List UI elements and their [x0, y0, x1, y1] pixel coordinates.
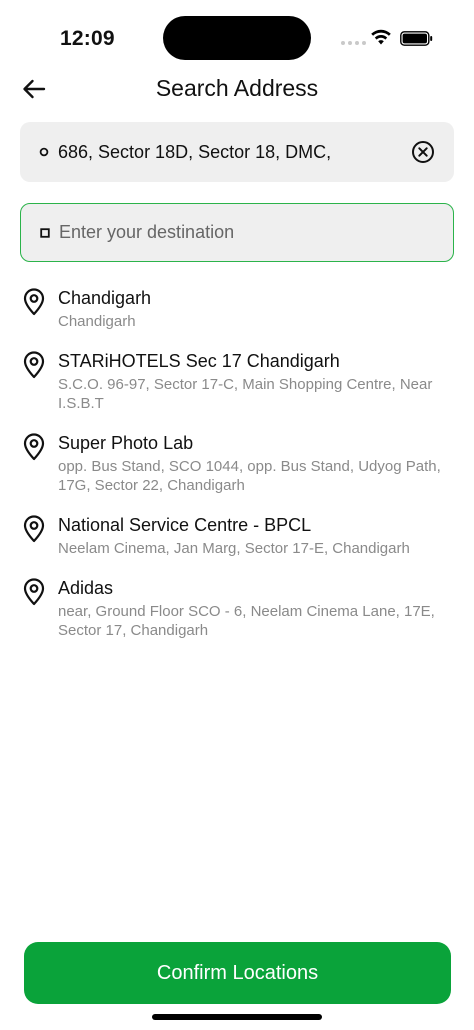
- square-dot-icon: [40, 227, 50, 238]
- origin-address-field[interactable]: 686, Sector 18D, Sector 18, DMC,: [20, 122, 454, 182]
- result-item[interactable]: Chandigarh Chandigarh: [0, 286, 474, 349]
- destination-placeholder: Enter your destination: [59, 222, 235, 242]
- status-bar: 12:09: [0, 0, 474, 76]
- result-item[interactable]: STARiHOTELS Sec 17 Chandigarh S.C.O. 96-…: [0, 349, 474, 431]
- confirm-locations-button[interactable]: Confirm Locations: [24, 942, 451, 1004]
- dynamic-island: [163, 16, 311, 60]
- home-indicator: [152, 1014, 322, 1020]
- origin-address-value: 686, Sector 18D, Sector 18, DMC,: [58, 141, 332, 162]
- result-item[interactable]: Adidas near, Ground Floor SCO - 6, Neela…: [0, 576, 474, 658]
- page-title: Search Address: [155, 75, 319, 101]
- location-pin-icon: [23, 288, 45, 316]
- result-name: STARiHOTELS Sec 17 Chandigarh: [58, 351, 340, 371]
- status-time: 12:09: [60, 27, 115, 50]
- battery-icon: [400, 31, 433, 46]
- result-address: Neelam Cinema, Jan Marg, Sector 17-E, Ch…: [58, 540, 410, 557]
- location-pin-icon: [23, 578, 45, 606]
- location-pin-icon: [23, 351, 45, 379]
- result-name: Chandigarh: [58, 288, 152, 308]
- search-results-list: Chandigarh Chandigarh STARiHOTELS Sec 17…: [0, 286, 474, 658]
- top-bar: Search Address: [0, 66, 474, 112]
- result-name: National Service Centre - BPCL: [58, 515, 312, 535]
- cellular-signal-icon: [341, 41, 366, 45]
- circle-dot-icon: [39, 147, 49, 157]
- location-pin-icon: [23, 433, 45, 461]
- result-address: opp. Bus Stand, SCO 1044, opp. Bus Stand…: [58, 458, 441, 494]
- result-address: S.C.O. 96-97, Sector 17-C, Main Shopping…: [58, 376, 433, 412]
- clear-icon[interactable]: [411, 140, 435, 164]
- result-name: Super Photo Lab: [58, 433, 194, 453]
- result-item[interactable]: Super Photo Lab opp. Bus Stand, SCO 1044…: [0, 431, 474, 513]
- wifi-icon: [371, 29, 391, 45]
- result-name: Adidas: [58, 578, 114, 598]
- result-address: near, Ground Floor SCO - 6, Neelam Cinem…: [58, 603, 435, 639]
- location-pin-icon: [23, 515, 45, 543]
- destination-input[interactable]: Enter your destination: [20, 203, 454, 262]
- result-item[interactable]: National Service Centre - BPCL Neelam Ci…: [0, 513, 474, 576]
- result-address: Chandigarh: [58, 313, 136, 330]
